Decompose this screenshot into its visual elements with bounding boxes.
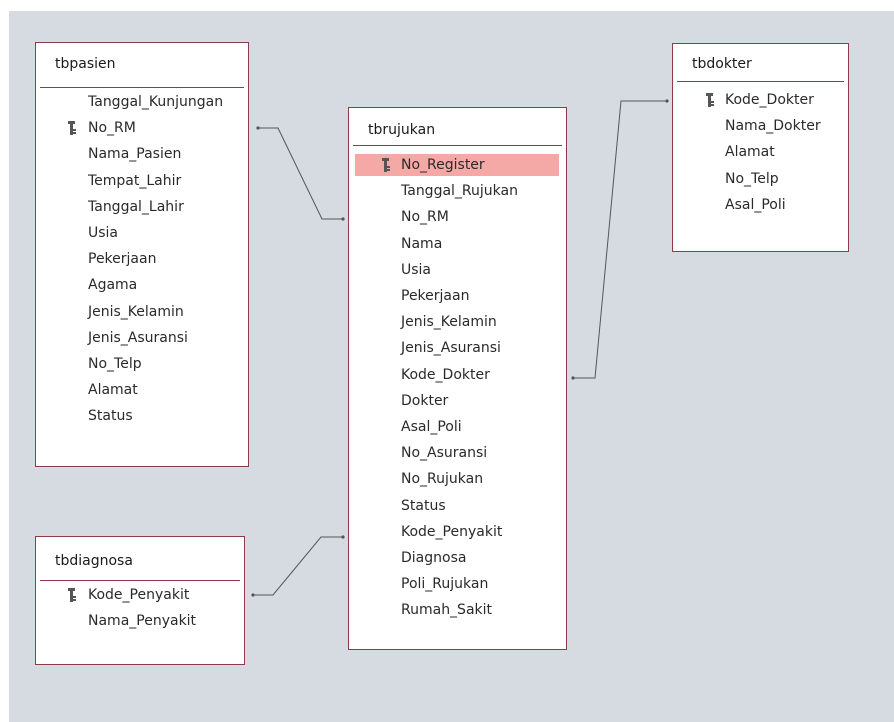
field-tempat-lahir[interactable]: Tempat_Lahir bbox=[88, 172, 181, 190]
table-tbdokter[interactable]: tbdokter Kode_Dokter Nama_Dokter Alamat No_… bbox=[672, 43, 849, 252]
field-asal-poli[interactable]: Asal_Poli bbox=[401, 418, 462, 436]
field-jenis-asuransi[interactable]: Jenis_Asuransi bbox=[88, 329, 188, 347]
field-dokter[interactable]: Dokter bbox=[401, 392, 448, 410]
table-title: tbdiagnosa bbox=[55, 553, 133, 569]
table-title: tbdokter bbox=[692, 56, 752, 72]
primary-key-icon bbox=[705, 92, 717, 108]
primary-key-icon bbox=[67, 120, 79, 136]
field-no-asuransi[interactable]: No_Asuransi bbox=[401, 444, 487, 462]
field-no-rm[interactable]: No_RM bbox=[401, 208, 449, 226]
field-agama[interactable]: Agama bbox=[88, 276, 137, 294]
field-nama[interactable]: Nama bbox=[401, 235, 442, 253]
table-header-divider bbox=[40, 87, 244, 88]
table-header-divider bbox=[677, 81, 844, 82]
field-no-telp[interactable]: No_Telp bbox=[88, 355, 142, 373]
field-nama-penyakit[interactable]: Nama_Penyakit bbox=[88, 612, 196, 630]
field-alamat[interactable]: Alamat bbox=[88, 381, 138, 399]
primary-key-icon bbox=[381, 157, 393, 173]
field-rumah-sakit[interactable]: Rumah_Sakit bbox=[401, 601, 492, 619]
table-header-divider bbox=[40, 580, 240, 581]
field-diagnosa[interactable]: Diagnosa bbox=[401, 549, 466, 567]
field-no-rm[interactable]: No_RM bbox=[88, 119, 136, 137]
field-status[interactable]: Status bbox=[401, 497, 446, 515]
field-usia[interactable]: Usia bbox=[401, 261, 431, 279]
field-kode-penyakit[interactable]: Kode_Penyakit bbox=[401, 523, 502, 541]
primary-key-icon bbox=[67, 587, 79, 603]
table-header-divider bbox=[353, 145, 562, 146]
field-asal-poli[interactable]: Asal_Poli bbox=[725, 196, 786, 214]
field-tanggal-lahir[interactable]: Tanggal_Lahir bbox=[88, 198, 184, 216]
field-tanggal-kunjungan[interactable]: Tanggal_Kunjungan bbox=[88, 93, 223, 111]
field-jenis-kelamin[interactable]: Jenis_Kelamin bbox=[88, 303, 184, 321]
table-tbrujukan[interactable]: tbrujukan No_Register Tanggal_Rujukan No_R… bbox=[348, 107, 567, 650]
field-alamat[interactable]: Alamat bbox=[725, 143, 775, 161]
field-tanggal-rujukan[interactable]: Tanggal_Rujukan bbox=[401, 182, 518, 200]
field-kode-penyakit[interactable]: Kode_Penyakit bbox=[88, 586, 189, 604]
field-status[interactable]: Status bbox=[88, 407, 133, 425]
field-usia[interactable]: Usia bbox=[88, 224, 118, 242]
field-nama-pasien[interactable]: Nama_Pasien bbox=[88, 145, 181, 163]
table-tbdiagnosa[interactable]: tbdiagnosa Kode_Penyakit Nama_Penyakit bbox=[35, 536, 245, 665]
table-tbpasien[interactable]: tbpasien Tanggal_Kunjungan No_RM Nama_Pasi… bbox=[35, 42, 249, 467]
field-nama-dokter[interactable]: Nama_Dokter bbox=[725, 117, 821, 135]
field-pekerjaan[interactable]: Pekerjaan bbox=[88, 250, 156, 268]
field-kode-dokter[interactable]: Kode_Dokter bbox=[401, 366, 490, 384]
table-title: tbrujukan bbox=[368, 122, 436, 138]
field-jenis-asuransi[interactable]: Jenis_Asuransi bbox=[401, 339, 501, 357]
field-no-rujukan[interactable]: No_Rujukan bbox=[401, 470, 483, 488]
field-poli-rujukan[interactable]: Poli_Rujukan bbox=[401, 575, 488, 593]
field-no-telp[interactable]: No_Telp bbox=[725, 170, 779, 188]
field-kode-dokter[interactable]: Kode_Dokter bbox=[725, 91, 814, 109]
field-jenis-kelamin[interactable]: Jenis_Kelamin bbox=[401, 313, 497, 331]
table-title: tbpasien bbox=[55, 56, 116, 72]
field-pekerjaan[interactable]: Pekerjaan bbox=[401, 287, 469, 305]
field-no-register[interactable]: No_Register bbox=[401, 156, 485, 174]
